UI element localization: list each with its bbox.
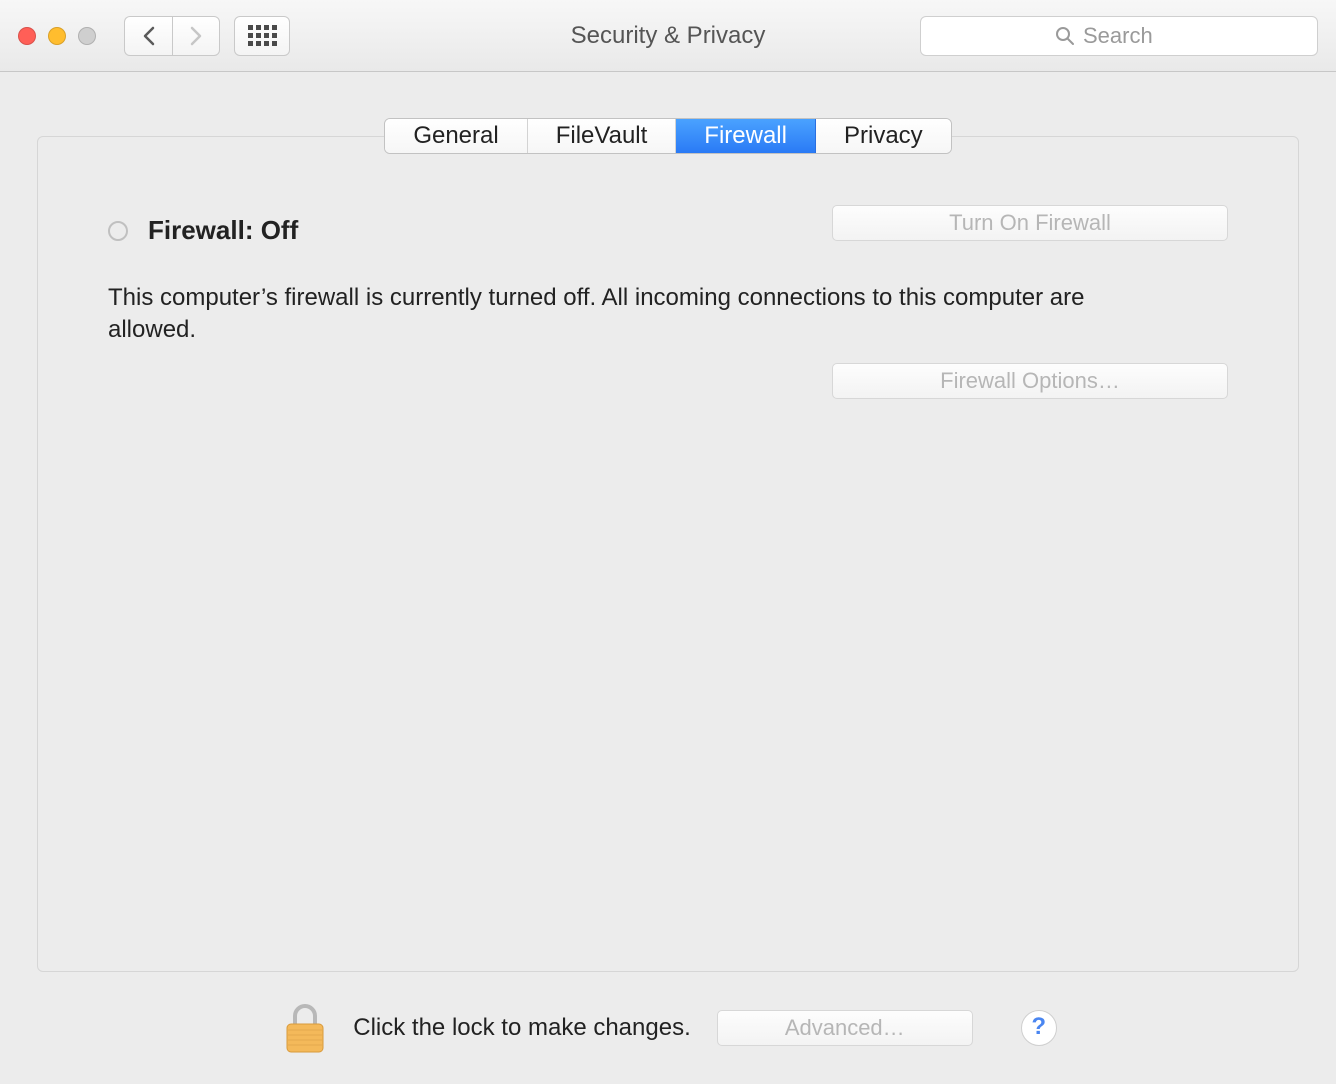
chevron-right-icon [189,26,203,46]
show-all-button[interactable] [234,16,290,56]
status-indicator-icon [108,221,128,241]
footer: Click the lock to make changes. Advanced… [231,972,1105,1084]
turn-on-firewall-button: Turn On Firewall [832,205,1228,241]
grid-icon [248,25,277,46]
tab-filevault[interactable]: FileVault [528,119,677,153]
nav-buttons [124,16,220,56]
window-controls [18,27,96,45]
help-button[interactable]: ? [1021,1010,1057,1046]
tab-firewall[interactable]: Firewall [676,119,816,153]
chevron-left-icon [142,26,156,46]
firewall-status-label: Firewall: Off [148,215,298,246]
tab-privacy[interactable]: Privacy [816,119,951,153]
minimize-button[interactable] [48,27,66,45]
close-button[interactable] [18,27,36,45]
tab-general[interactable]: General [385,119,527,153]
zoom-button [78,27,96,45]
firewall-description: This computer’s firewall is currently tu… [108,282,1098,347]
search-icon [1055,26,1075,46]
body: General FileVault Firewall Privacy Firew… [0,72,1336,1084]
forward-button [172,16,220,56]
lock-hint-text: Click the lock to make changes. [353,1014,691,1042]
preferences-window: Security & Privacy General FileVault Fir… [0,0,1336,1084]
advanced-button: Advanced… [717,1010,973,1046]
back-button[interactable] [124,16,172,56]
search-field[interactable] [920,16,1318,56]
tabbar: General FileVault Firewall Privacy [384,118,951,154]
lock-icon[interactable] [283,1002,327,1054]
titlebar: Security & Privacy [0,0,1336,72]
firewall-pane: Firewall: Off Turn On Firewall This comp… [37,136,1299,972]
firewall-options-button: Firewall Options… [832,363,1228,399]
search-input[interactable] [1083,23,1183,49]
